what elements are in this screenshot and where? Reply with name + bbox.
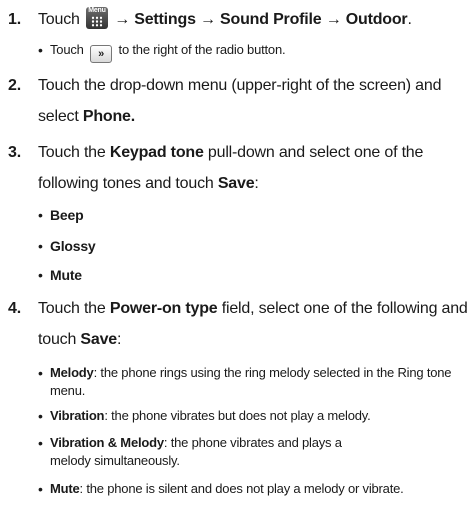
step-number: 1. (8, 11, 21, 28)
step-number: 4. (8, 300, 21, 317)
option-label: Glossy (50, 238, 96, 254)
sub-touch-text: Touch (50, 42, 84, 57)
option-term: Melody (50, 365, 94, 380)
sub-instruction-text: to the right of the radio button. (118, 42, 286, 57)
instruction-document: 1. Touch Menu → Settings → Sound Profile… (0, 0, 474, 510)
step-3-pre: Touch the (38, 144, 106, 161)
menu-icon: Menu (85, 7, 108, 29)
step-1-period: . (407, 11, 412, 28)
step-4: 4. Touch the Power-on type field, select… (8, 293, 468, 355)
option-mute: • Mute (38, 266, 468, 284)
option-description: : the phone rings using the ring melody … (50, 365, 452, 398)
save-label: Save (80, 331, 117, 348)
option-description: : the phone is silent and does not play … (79, 481, 404, 496)
step-3-colon: : (254, 175, 259, 192)
keypad-tone-label: Keypad tone (109, 144, 204, 161)
option-term: Vibration & Melody (50, 435, 164, 450)
option-term: Vibration (50, 408, 105, 423)
step-text: Touch the drop-down menu (upper-right of… (38, 70, 468, 132)
option-label: Mute (50, 267, 82, 283)
bullet-icon: • (38, 481, 43, 497)
option-beep: • Beep (38, 206, 468, 224)
step-1-touch-text: Touch (38, 11, 80, 28)
bullet-icon: • (38, 365, 43, 381)
option-mute-power: • Mute: the phone is silent and does not… (38, 480, 468, 498)
option-vibration-melody: • Vibration & Melody: the phone vibrates… (38, 434, 468, 470)
settings-path: → Settings → Sound Profile → Outdoor (114, 11, 408, 28)
option-term: Mute (50, 481, 80, 496)
step-text: Touch the Power-on type field, select on… (38, 293, 468, 355)
bullet-icon: • (38, 238, 43, 254)
bullet-icon: • (38, 42, 43, 58)
keypad-grid-icon (90, 16, 103, 27)
double-chevron-right-icon: » (90, 45, 113, 63)
phone-option: Phone. (82, 108, 135, 125)
bullet-icon: • (38, 267, 43, 283)
option-glossy: • Glossy (38, 237, 468, 255)
bullet-icon: • (38, 408, 43, 424)
step-text: Touch the Keypad tone pull-down and sele… (38, 137, 468, 199)
option-description: : the phone vibrates but does not play a… (104, 408, 371, 423)
step-number: 3. (8, 144, 21, 161)
step-4-pre: Touch the (38, 300, 106, 317)
step-1: 1. Touch Menu → Settings → Sound Profile… (8, 4, 468, 35)
option-melody: • Melody: the phone rings using the ring… (38, 364, 468, 400)
option-label: Beep (50, 207, 84, 223)
bullet-icon: • (38, 435, 43, 451)
save-label: Save (217, 175, 255, 192)
step-number: 2. (8, 77, 21, 94)
step-3: 3. Touch the Keypad tone pull-down and s… (8, 137, 468, 199)
step-4-colon: : (116, 331, 122, 348)
option-vibration: • Vibration: the phone vibrates but does… (38, 407, 468, 425)
step-text: Touch Menu → Settings → Sound Profile → … (38, 4, 468, 35)
menu-icon-label: Menu (88, 7, 106, 14)
step-2: 2. Touch the drop-down menu (upper-right… (8, 70, 468, 132)
step-1-subitem: • Touch » to the right of the radio butt… (38, 41, 468, 63)
bullet-icon: • (38, 207, 43, 223)
power-on-type-label: Power-on type (109, 300, 218, 317)
